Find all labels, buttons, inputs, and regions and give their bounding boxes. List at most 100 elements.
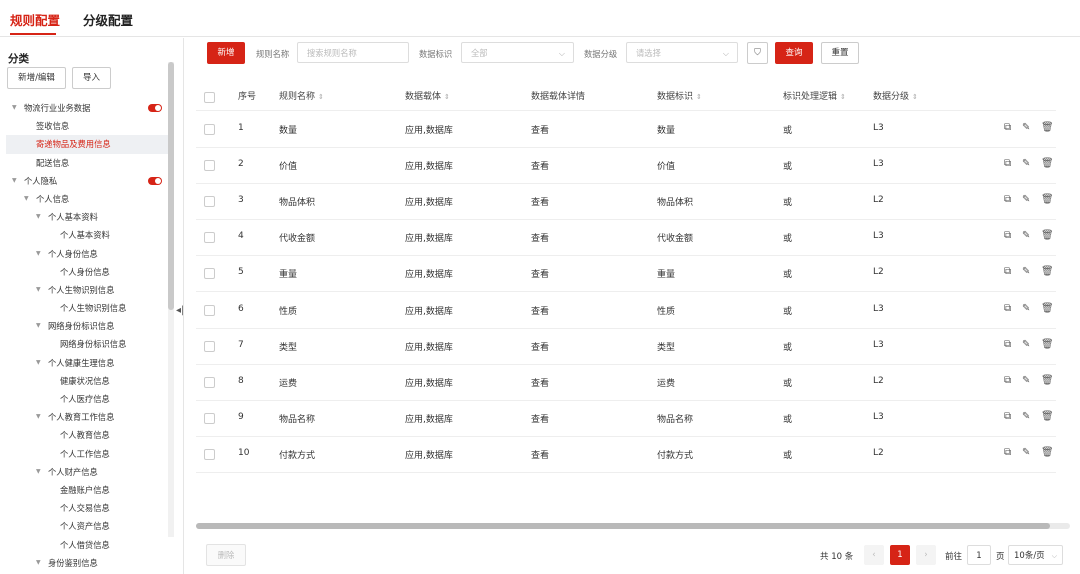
tree-node[interactable]: ▼ 个人信息 <box>6 190 168 208</box>
row-checkbox[interactable] <box>204 124 215 135</box>
tree-node[interactable]: 个人资产信息 <box>6 517 168 535</box>
data-level-select[interactable]: 请选择 ⌵ <box>626 42 738 63</box>
tree-node[interactable]: 个人教育信息 <box>6 426 168 444</box>
tree-node[interactable]: ▼ 身份鉴别信息 <box>6 554 168 572</box>
row-checkbox[interactable] <box>204 196 215 208</box>
caret-down-icon[interactable]: ▼ <box>36 281 41 299</box>
tree-node[interactable]: 寄递物品及费用信息 <box>6 135 168 154</box>
header-data-carrier[interactable]: 数据载体 ⇕ <box>405 89 450 102</box>
page-size-select[interactable]: 10条/页 ⌵ <box>1008 545 1063 565</box>
caret-down-icon[interactable]: ▼ <box>36 208 41 226</box>
tree-node[interactable]: ▼ 个人隐私 <box>6 172 168 190</box>
tab-rule-config[interactable]: 规则配置 <box>10 10 60 29</box>
table-scrollbar-thumb[interactable] <box>196 523 1050 529</box>
edit-icon[interactable]: ✎ <box>1022 122 1030 133</box>
select-all-checkbox[interactable] <box>204 92 215 103</box>
header-data-level[interactable]: 数据分级 ⇕ <box>873 89 918 102</box>
delete-icon[interactable]: 🗑 <box>1041 339 1054 350</box>
row-checkbox[interactable] <box>204 448 215 460</box>
tree-node[interactable]: 个人基本资料 <box>6 226 168 244</box>
copy-icon[interactable]: ⧉ <box>1004 194 1011 205</box>
tree-node[interactable]: 个人身份信息 <box>6 263 168 281</box>
caret-down-icon[interactable]: ▼ <box>36 554 41 572</box>
query-button[interactable]: 查询 <box>775 42 813 64</box>
caret-down-icon[interactable]: ▼ <box>24 190 29 208</box>
tree-node[interactable]: ▼ 物流行业业务数据 <box>6 99 168 117</box>
row-checkbox[interactable] <box>204 412 215 424</box>
goto-page-input[interactable]: 1 <box>967 545 991 565</box>
edit-icon[interactable]: ✎ <box>1022 375 1030 386</box>
caret-down-icon[interactable]: ▼ <box>36 354 41 372</box>
clear-filter-button[interactable]: ⛉ <box>747 42 768 64</box>
data-tag-select[interactable]: 全部 ⌵ <box>461 42 574 63</box>
tree-node[interactable]: ▼ 个人教育工作信息 <box>6 408 168 426</box>
edit-icon[interactable]: ✎ <box>1022 303 1030 314</box>
new-rule-button[interactable]: 新增 <box>207 42 245 64</box>
cell-carrier-detail[interactable]: 查看 <box>531 376 549 389</box>
tree-node[interactable]: ▼ 个人健康生理信息 <box>6 354 168 372</box>
delete-icon[interactable]: 🗑 <box>1041 266 1054 277</box>
copy-icon[interactable]: ⧉ <box>1004 447 1011 458</box>
cell-carrier-detail[interactable]: 查看 <box>531 412 549 425</box>
copy-icon[interactable]: ⧉ <box>1004 122 1011 133</box>
cell-carrier-detail[interactable]: 查看 <box>531 340 549 353</box>
add-edit-button[interactable]: 新增/编辑 <box>7 67 66 89</box>
enable-toggle[interactable] <box>148 176 162 185</box>
tree-node[interactable]: ▼ 网络身份标识信息 <box>6 317 168 335</box>
delete-icon[interactable]: 🗑 <box>1041 122 1054 133</box>
tree-node[interactable]: ▼ 个人生物识别信息 <box>6 281 168 299</box>
row-checkbox[interactable] <box>204 304 215 316</box>
caret-down-icon[interactable]: ▼ <box>36 245 41 263</box>
rule-name-input[interactable]: 搜索规则名称 <box>297 42 409 63</box>
page-1-button[interactable]: 1 <box>890 545 910 565</box>
import-button[interactable]: 导入 <box>72 67 111 89</box>
delete-icon[interactable]: 🗑 <box>1041 447 1054 458</box>
copy-icon[interactable]: ⧉ <box>1004 375 1011 386</box>
tree-node[interactable]: 个人交易信息 <box>6 499 168 517</box>
tree-node[interactable]: 签收信息 <box>6 117 168 135</box>
copy-icon[interactable]: ⧉ <box>1004 266 1011 277</box>
copy-icon[interactable]: ⧉ <box>1004 411 1011 422</box>
edit-icon[interactable]: ✎ <box>1022 266 1030 277</box>
cell-carrier-detail[interactable]: 查看 <box>531 304 549 317</box>
tree-node[interactable]: 健康状况信息 <box>6 372 168 390</box>
delete-button[interactable]: 删除 <box>206 544 246 566</box>
caret-down-icon[interactable]: ▼ <box>36 408 41 426</box>
row-checkbox[interactable] <box>204 376 215 388</box>
cell-carrier-detail[interactable]: 查看 <box>531 448 549 461</box>
tree-node[interactable]: ▼ 个人基本资料 <box>6 208 168 226</box>
delete-icon[interactable]: 🗑 <box>1041 158 1054 169</box>
edit-icon[interactable]: ✎ <box>1022 194 1030 205</box>
header-tag-logic[interactable]: 标识处理逻辑 ⇕ <box>783 89 846 102</box>
tree-node[interactable]: 金融账户信息 <box>6 481 168 499</box>
cell-carrier-detail[interactable]: 查看 <box>531 195 549 208</box>
delete-icon[interactable]: 🗑 <box>1041 411 1054 422</box>
edit-icon[interactable]: ✎ <box>1022 447 1030 458</box>
caret-down-icon[interactable]: ▼ <box>36 463 41 481</box>
row-checkbox[interactable] <box>204 340 215 352</box>
tab-level-config[interactable]: 分级配置 <box>83 10 133 29</box>
cell-carrier-detail[interactable]: 查看 <box>531 159 549 172</box>
edit-icon[interactable]: ✎ <box>1022 230 1030 241</box>
reset-button[interactable]: 重置 <box>821 42 859 64</box>
copy-icon[interactable]: ⧉ <box>1004 230 1011 241</box>
caret-down-icon[interactable]: ▼ <box>12 99 17 117</box>
cell-carrier-detail[interactable]: 查看 <box>531 267 549 280</box>
tree-node[interactable]: 配送信息 <box>6 154 168 172</box>
cell-carrier-detail[interactable]: 查看 <box>531 123 549 136</box>
edit-icon[interactable]: ✎ <box>1022 411 1030 422</box>
caret-down-icon[interactable]: ▼ <box>12 172 17 190</box>
tree-node[interactable]: ▼ 个人财产信息 <box>6 463 168 481</box>
row-checkbox[interactable] <box>204 160 215 172</box>
copy-icon[interactable]: ⧉ <box>1004 158 1011 169</box>
enable-toggle[interactable] <box>148 104 162 112</box>
row-checkbox[interactable] <box>204 268 215 280</box>
tree-node[interactable]: 网络身份标识信息 <box>6 335 168 353</box>
delete-icon[interactable]: 🗑 <box>1041 230 1054 241</box>
edit-icon[interactable]: ✎ <box>1022 158 1030 169</box>
copy-icon[interactable]: ⧉ <box>1004 339 1011 350</box>
tree-node[interactable]: 个人工作信息 <box>6 445 168 463</box>
delete-icon[interactable]: 🗑 <box>1041 375 1054 386</box>
tree-scrollbar-thumb[interactable] <box>168 62 174 310</box>
header-data-tag[interactable]: 数据标识 ⇕ <box>657 89 702 102</box>
